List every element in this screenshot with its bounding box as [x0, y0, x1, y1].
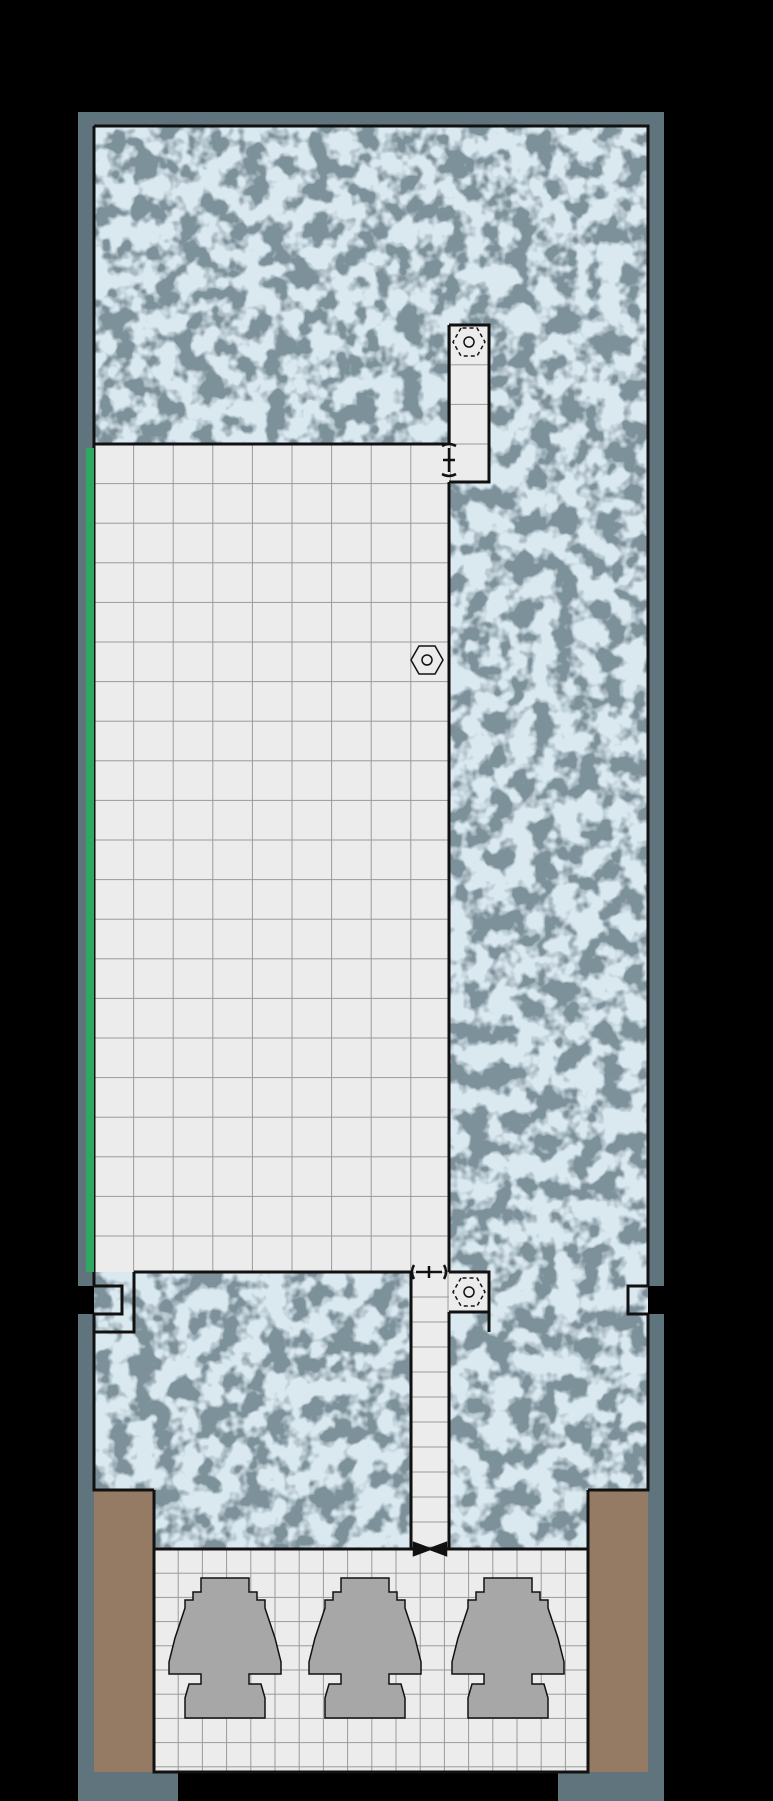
corridor — [411, 1272, 449, 1549]
earth-strip-left — [94, 1490, 154, 1772]
dungeon-map — [78, 112, 664, 1801]
doorway-marker — [86, 448, 94, 1272]
hex-marker-hall — [410, 645, 444, 675]
earth-strip-right — [588, 1490, 648, 1772]
upper-alcove — [449, 325, 489, 482]
main-hall — [94, 444, 449, 1272]
lower-alcove — [449, 1272, 489, 1312]
